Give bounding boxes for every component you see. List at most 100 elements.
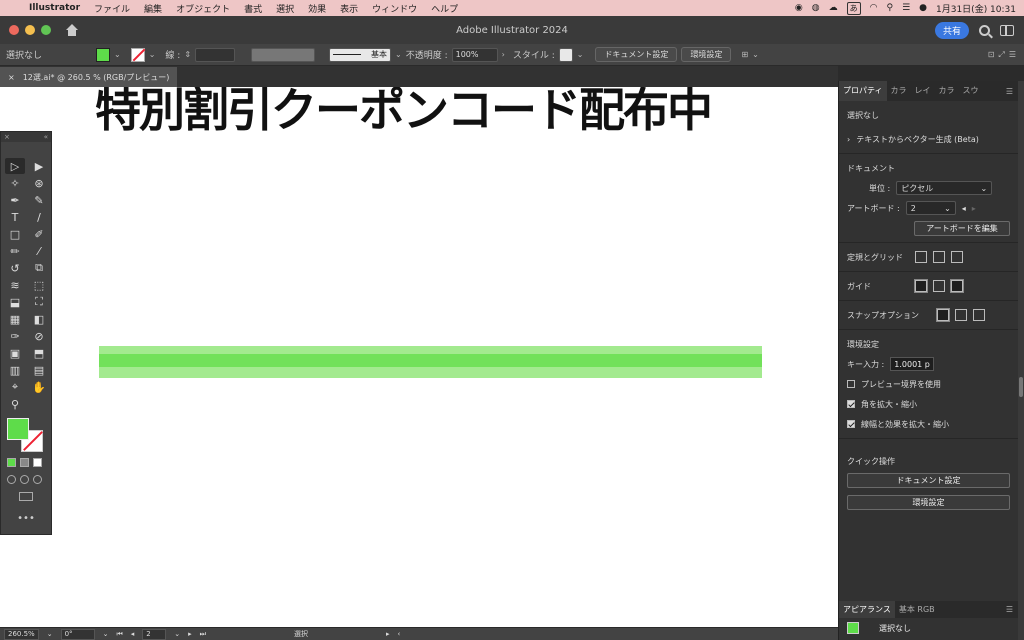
status-menu-icon[interactable]: ▸ bbox=[386, 630, 390, 638]
scrollbar-thumb[interactable] bbox=[1019, 377, 1023, 397]
menu-illustrator[interactable]: Illustrator bbox=[22, 3, 87, 13]
chevron-down-icon[interactable]: ⌄ bbox=[174, 630, 180, 638]
variable-width-dropdown[interactable] bbox=[251, 47, 316, 62]
align-icon[interactable]: ⊡ bbox=[988, 50, 995, 59]
paintbrush-tool-icon[interactable]: ✐ bbox=[29, 226, 49, 242]
search-icon[interactable] bbox=[979, 24, 990, 36]
mesh-tool-icon[interactable]: ▦ bbox=[5, 311, 25, 327]
slice-tool-icon[interactable]: ▤ bbox=[29, 362, 49, 378]
selection-tool-icon[interactable]: ▷ bbox=[5, 158, 25, 174]
zoom-window-button[interactable] bbox=[41, 25, 51, 35]
chevron-down-icon[interactable]: ⌄ bbox=[577, 50, 584, 59]
tab-basic-rgb[interactable]: 基本 RGB bbox=[895, 601, 939, 618]
shaper-tool-icon[interactable]: ⁄ bbox=[29, 243, 49, 259]
stroke-weight-input[interactable] bbox=[195, 47, 236, 62]
smart-guides-icon[interactable] bbox=[950, 279, 964, 293]
wifi-icon[interactable]: ◠ bbox=[870, 3, 878, 13]
rotate-tool-icon[interactable]: ↺ bbox=[5, 260, 25, 276]
menu-type[interactable]: 書式 bbox=[237, 2, 269, 15]
snap-to-glyph-icon[interactable] bbox=[973, 309, 985, 321]
scroll-left-icon[interactable]: ‹ bbox=[398, 630, 401, 638]
preview-bounds-row[interactable]: プレビュー境界を使用 bbox=[847, 374, 1010, 394]
chevron-down-icon[interactable]: ⌄ bbox=[103, 630, 109, 638]
preview-bounds-checkbox[interactable] bbox=[847, 380, 855, 388]
menu-view[interactable]: 表示 bbox=[333, 2, 365, 15]
transform-icon[interactable]: ⤢ bbox=[998, 50, 1004, 60]
pencil-tool-icon[interactable]: ✏ bbox=[5, 243, 25, 259]
scale-strokes-row[interactable]: 線幅と効果を拡大・縮小 bbox=[847, 414, 1010, 434]
control-center-icon[interactable]: ☰ bbox=[902, 3, 910, 13]
menu-help[interactable]: ヘルプ bbox=[424, 2, 465, 15]
grid-icon[interactable] bbox=[933, 251, 945, 263]
record-icon[interactable]: ◉ bbox=[795, 3, 803, 13]
tab-appearance[interactable]: アピアランス bbox=[839, 601, 895, 618]
menu-effect[interactable]: 効果 bbox=[301, 2, 333, 15]
cloud-icon[interactable]: ☁ bbox=[829, 3, 838, 13]
eyedropper-tool-icon[interactable]: ✑ bbox=[5, 328, 25, 344]
edit-artboards-button[interactable]: アートボードを編集 bbox=[914, 220, 1010, 236]
opacity-input[interactable]: 100% bbox=[451, 47, 498, 62]
style-swatch[interactable] bbox=[558, 47, 573, 62]
perspective-grid-tool-icon[interactable]: ⛶ bbox=[29, 294, 49, 310]
tab-properties[interactable]: プロパティ bbox=[839, 81, 887, 101]
artboard-tool-icon[interactable]: ⬒ bbox=[29, 345, 49, 361]
transparency-grid-icon[interactable] bbox=[951, 251, 963, 263]
home-icon[interactable] bbox=[65, 24, 79, 36]
siri-icon[interactable]: ● bbox=[919, 3, 927, 13]
document-tab[interactable]: × 12選.ai* @ 260.5 % (RGB/プレビュー) bbox=[0, 67, 178, 87]
none-mode-icon[interactable] bbox=[33, 458, 42, 467]
brush-dropdown[interactable]: 基本 bbox=[329, 47, 392, 62]
collapse-panel-icon[interactable]: « bbox=[44, 132, 48, 142]
fill-swatch[interactable] bbox=[96, 47, 110, 62]
artboard-number-field[interactable]: 2 bbox=[142, 628, 167, 640]
next-artboard-icon[interactable]: ▸ bbox=[188, 630, 192, 638]
free-transform-tool-icon[interactable]: ⬚ bbox=[29, 277, 49, 293]
blend-tool-icon[interactable]: ⊘ bbox=[29, 328, 49, 344]
panel-scrollbar[interactable] bbox=[1018, 81, 1024, 640]
panel-menu-icon[interactable]: ☰ bbox=[1006, 87, 1018, 96]
tab-layers[interactable]: レイ bbox=[911, 81, 935, 101]
next-artboard-icon[interactable]: ▸ bbox=[972, 204, 976, 213]
lock-guides-icon[interactable] bbox=[933, 280, 945, 292]
appearance-swatch[interactable] bbox=[847, 622, 859, 634]
share-button[interactable]: 共有 bbox=[934, 21, 969, 39]
document-setup-button[interactable]: ドキュメント設定 bbox=[595, 47, 678, 62]
tab-color[interactable]: カラ bbox=[887, 81, 911, 101]
close-panel-icon[interactable]: × bbox=[4, 132, 10, 142]
last-artboard-icon[interactable]: ⏭ bbox=[200, 630, 206, 639]
zoom-level-field[interactable]: 260.5% bbox=[4, 628, 39, 640]
green-rectangle[interactable] bbox=[99, 346, 762, 378]
show-guides-icon[interactable] bbox=[914, 279, 928, 293]
fill-color-box[interactable] bbox=[7, 418, 29, 440]
menu-file[interactable]: ファイル bbox=[87, 2, 137, 15]
chevron-down-icon[interactable]: ⌄ bbox=[395, 50, 402, 59]
draw-normal-icon[interactable] bbox=[7, 475, 16, 484]
arrange-icon[interactable]: ⊞ bbox=[741, 50, 748, 59]
menu-object[interactable]: オブジェクト bbox=[169, 2, 237, 15]
pen-tool-icon[interactable]: ✒ bbox=[5, 192, 25, 208]
close-window-button[interactable] bbox=[9, 25, 19, 35]
preferences-button[interactable]: 環境設定 bbox=[681, 47, 732, 62]
rulers-icon[interactable] bbox=[915, 251, 927, 263]
workspace-icon[interactable] bbox=[1000, 24, 1014, 36]
artboard-heading-text[interactable]: 特別割引クーポンコード配布中 bbox=[95, 87, 713, 133]
gradient-tool-icon[interactable]: ◧ bbox=[29, 311, 49, 327]
menu-clock[interactable]: 1月31日(金) 10:31 bbox=[936, 2, 1016, 15]
stepper-icon[interactable]: ⇕ bbox=[184, 50, 191, 59]
panel-menu-icon[interactable]: ☰ bbox=[1006, 605, 1018, 614]
gradient-mode-icon[interactable] bbox=[20, 458, 29, 467]
menu-window[interactable]: ウィンドウ bbox=[365, 2, 424, 15]
snap-to-pixel-icon[interactable] bbox=[955, 309, 967, 321]
tab-color-guide[interactable]: カラ bbox=[935, 81, 959, 101]
minimize-window-button[interactable] bbox=[25, 25, 35, 35]
key-increment-input[interactable]: 1.0001 p bbox=[890, 357, 935, 371]
draw-inside-icon[interactable] bbox=[33, 475, 42, 484]
chevron-down-icon[interactable]: ⌄ bbox=[149, 50, 156, 59]
document-setup-button[interactable]: ドキュメント設定 bbox=[847, 473, 1010, 488]
units-select[interactable]: ピクセル ⌄ bbox=[896, 181, 993, 195]
chevron-right-icon[interactable]: › bbox=[847, 135, 850, 144]
artboard-canvas[interactable]: 特別割引クーポンコード配布中 bbox=[0, 87, 838, 627]
first-artboard-icon[interactable]: ⏮ bbox=[116, 630, 122, 639]
curvature-tool-icon[interactable]: ✎ bbox=[29, 192, 49, 208]
panel-menu-icon[interactable]: ☰ bbox=[1009, 50, 1016, 59]
